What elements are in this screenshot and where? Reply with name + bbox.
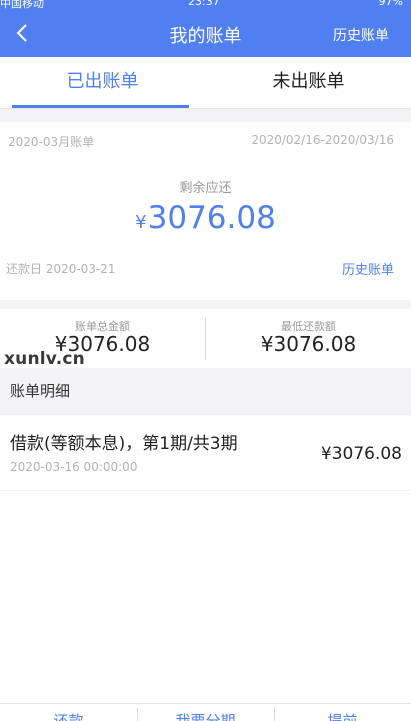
detail-amount: ¥3076.08 (320, 444, 402, 464)
carrier-label: 中国移动 (0, 0, 44, 10)
bill-tabs: 已出账单 未出账单 (0, 57, 411, 109)
detail-time: 2020-03-16 00:00:00 (10, 460, 138, 474)
minimum-payment-value: ¥3076.08 (260, 332, 357, 356)
detail-title: 借款(等额本息)，第1期/共3期 (10, 434, 238, 454)
tab-issued-bills[interactable]: 已出账单 (0, 57, 205, 109)
bottom-action-bar: 还款 我要分期 提前 (0, 703, 411, 721)
status-bar: 中国移动 23:37 97% (0, 0, 411, 10)
empty-area (0, 491, 411, 703)
installment-button[interactable]: 我要分期 (137, 710, 274, 721)
remaining-amount-value: 3076.08 (147, 200, 276, 236)
nav-bar: 我的账单 历史账单 (0, 10, 411, 57)
bill-date-range: 2020/02/16-2020/03/16 (251, 133, 394, 147)
tab-unissued-bills[interactable]: 未出账单 (206, 57, 411, 109)
remaining-amount: ¥3076.08 (0, 200, 411, 236)
battery-label: 97% (378, 0, 403, 8)
early-repay-button[interactable]: 提前 (274, 710, 411, 721)
repay-button[interactable]: 还款 (0, 710, 137, 721)
bill-summary-card: 2020-03月账单 2020/02/16-2020/03/16 剩余应还 ¥3… (0, 122, 411, 300)
minimum-payment-block: 最低还款额 ¥3076.08 (206, 309, 411, 368)
history-bill-link[interactable]: 历史账单 (342, 259, 394, 278)
status-time: 23:37 (188, 0, 220, 8)
bill-period: 2020-03月账单 (8, 135, 95, 149)
history-bills-button[interactable]: 历史账单 (333, 25, 389, 45)
remaining-label: 剩余应还 (179, 181, 232, 196)
list-item[interactable]: 借款(等额本息)，第1期/共3期 2020-03-16 00:00:00 ¥30… (0, 415, 411, 490)
section-title: 账单明细 (10, 382, 71, 400)
currency-symbol: ¥ (135, 212, 147, 233)
tab-indicator (12, 105, 189, 108)
due-date: 还款日 2020-03-21 (6, 262, 116, 276)
watermark: xunlv.cn (4, 349, 85, 369)
